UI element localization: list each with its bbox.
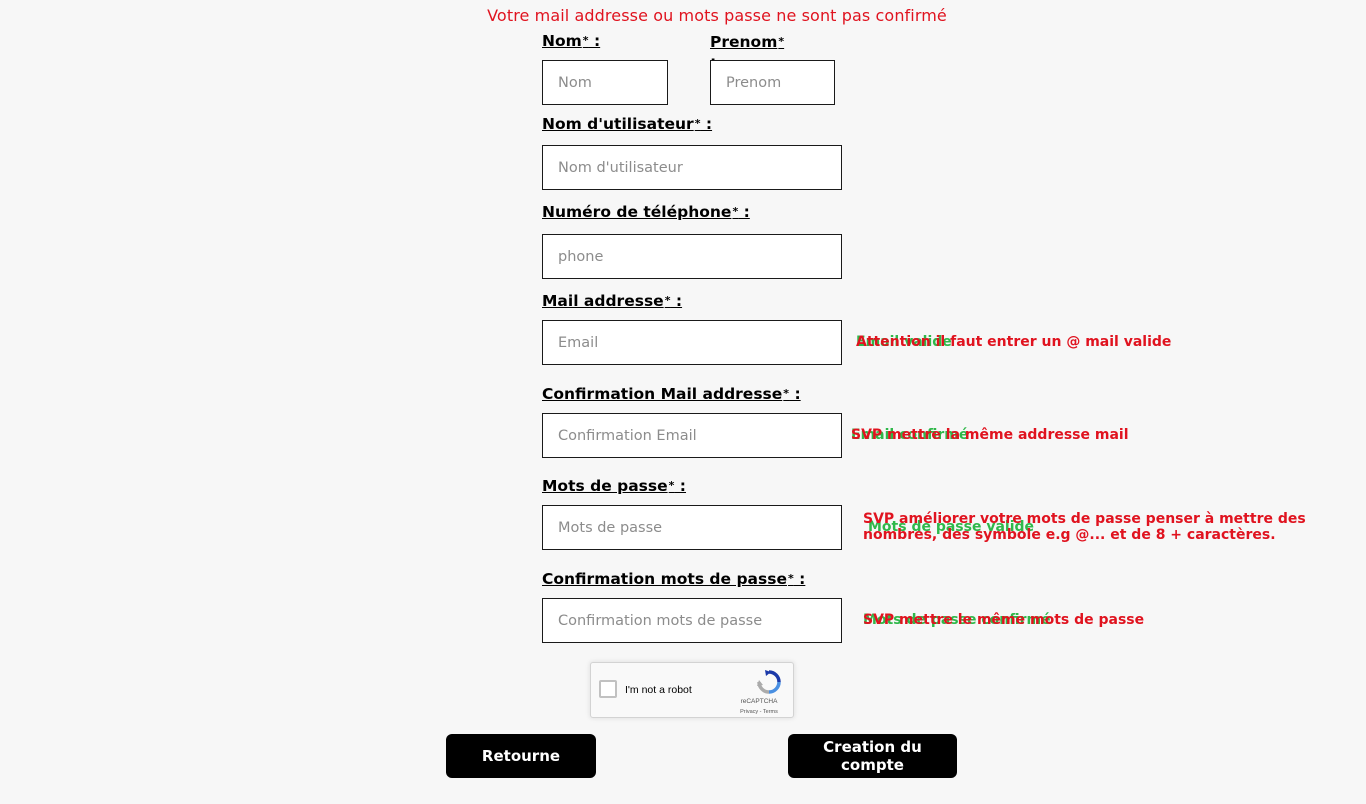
email-confirm-input[interactable] [542,413,842,458]
phone-label: Numéro de téléphone* : [542,203,750,221]
password-confirm-label-text: Confirmation mots de passe [542,570,787,588]
create-account-button[interactable]: Creation du compte [788,734,957,778]
recaptcha-logo-icon [757,670,781,694]
email-label-text: Mail addresse [542,292,664,310]
email-confirm-error-message: SVP mettre la même addresse mail [851,427,1129,443]
label-suffix: : [588,32,601,50]
password-label: Mots de passe* : [542,477,686,495]
nom-label-text: Nom [542,32,582,50]
prenom-label-text: Prenom [710,33,778,51]
label-suffix: : [670,292,683,310]
password-input[interactable] [542,505,842,550]
recaptcha-label: I'm not a robot [625,684,692,696]
password-confirm-label: Confirmation mots de passe* : [542,570,805,588]
back-button[interactable]: Retourne [446,734,596,778]
recaptcha-widget: I'm not a robot reCAPTCHA Privacy - Term… [590,662,794,718]
nom-input[interactable] [542,60,668,105]
recaptcha-terms-link[interactable]: Privacy - Terms [731,709,787,715]
password-confirm-input[interactable] [542,598,842,643]
label-suffix: : [738,203,750,221]
required-mark: * [778,35,785,48]
email-confirm-label-text: Confirmation Mail addresse [542,385,783,403]
password-label-text: Mots de passe [542,477,668,495]
label-suffix: : [793,570,806,588]
username-label: Nom d'utilisateur* : [542,115,712,133]
username-label-text: Nom d'utilisateur [542,115,694,133]
label-suffix: : [789,385,801,403]
email-input[interactable] [542,320,842,365]
error-banner: Votre mail addresse ou mots passe ne son… [487,6,947,25]
phone-label-text: Numéro de téléphone [542,203,732,221]
recaptcha-brand: reCAPTCHA [740,698,778,705]
label-suffix: : [700,115,713,133]
nom-label: Nom* : [542,32,600,50]
label-suffix: : [674,477,687,495]
password-error-message: SVP améliorer votre mots de passe penser… [863,511,1306,543]
password-confirm-error-message: SVP mettre le même mots de passe [863,612,1145,628]
recaptcha-checkbox[interactable] [599,680,617,698]
prenom-input[interactable] [710,60,835,105]
email-label: Mail addresse* : [542,292,682,310]
signup-page: Votre mail addresse ou mots passe ne son… [0,0,1366,804]
phone-input[interactable] [542,234,842,279]
email-error-message: Attention il faut entrer un @ mail valid… [856,334,1172,350]
email-confirm-label: Confirmation Mail addresse* : [542,385,801,403]
username-input[interactable] [542,145,842,190]
